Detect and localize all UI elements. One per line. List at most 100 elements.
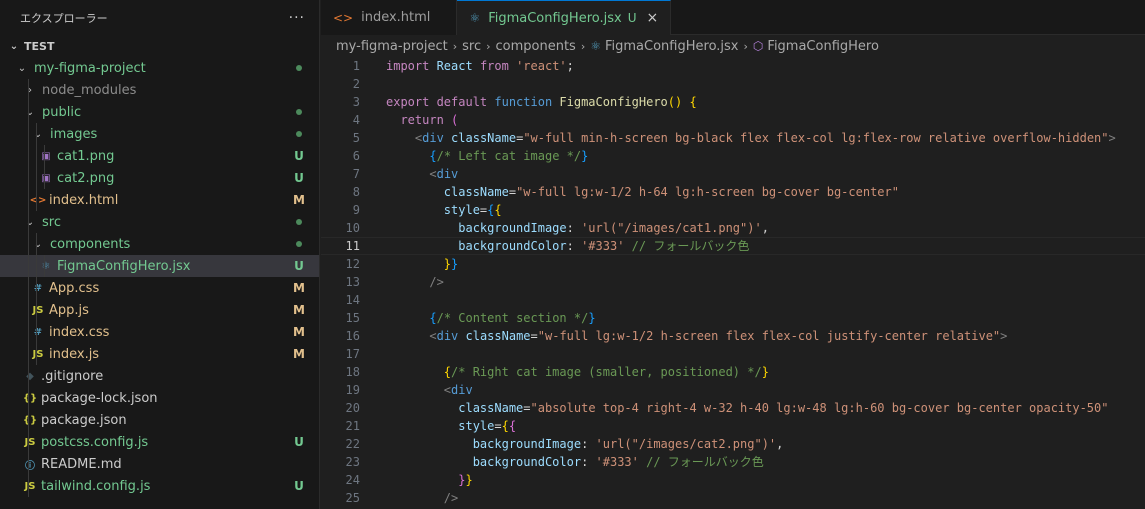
close-icon[interactable]: × bbox=[647, 10, 659, 26]
tab-figmaconfighero-jsx[interactable]: ⚛ FigmaConfigHero.jsx U × bbox=[457, 0, 672, 35]
code-text: className="w-full lg:w-1/2 h-64 lg:h-scr… bbox=[386, 183, 899, 201]
tree-item[interactable]: # index.css M bbox=[0, 321, 319, 343]
tree-item[interactable]: {} package-lock.json bbox=[0, 387, 319, 409]
indent-guide bbox=[36, 145, 37, 167]
code-text: }} bbox=[386, 255, 458, 273]
code-line: 7 <div bbox=[321, 165, 1145, 183]
code-line: 14 bbox=[321, 291, 1145, 309]
more-actions-icon[interactable]: ··· bbox=[289, 10, 305, 26]
tab-bar: <> index.html ⚛ FigmaConfigHero.jsx U × bbox=[321, 0, 1145, 35]
code-token: () bbox=[667, 95, 683, 109]
tree-item[interactable]: JS tailwind.config.js U bbox=[0, 475, 319, 497]
tree-item[interactable]: ⌄ my-figma-project bbox=[0, 57, 319, 79]
code-token: ( bbox=[451, 113, 459, 127]
tree-item[interactable]: ▣ cat1.png U bbox=[0, 145, 319, 167]
line-number: 17 bbox=[345, 347, 360, 361]
breadcrumb-item[interactable]: my-figma-project bbox=[336, 39, 448, 54]
git-status-badge: M bbox=[293, 303, 305, 317]
code-token: style bbox=[458, 419, 495, 433]
indent-guide bbox=[28, 387, 29, 409]
tree-item-label: my-figma-project bbox=[34, 60, 146, 76]
code-token: { bbox=[494, 203, 502, 217]
code-line: 17 bbox=[321, 345, 1145, 363]
code-text: style={{ bbox=[386, 417, 516, 435]
chevron-down-icon: ⌄ bbox=[9, 40, 19, 52]
code-token: div bbox=[436, 329, 459, 343]
tree-item[interactable]: ⌄ images bbox=[0, 123, 319, 145]
code-token: /* Right cat image (smaller, positioned)… bbox=[451, 365, 762, 379]
code-token: , bbox=[776, 437, 784, 451]
tree-item[interactable]: › node_modules bbox=[0, 79, 319, 101]
image-file-icon: ▣ bbox=[41, 150, 51, 162]
code-token: 'url("/images/cat1.png")' bbox=[581, 221, 762, 235]
code-token: < bbox=[443, 383, 452, 397]
git-status-badge: M bbox=[293, 347, 305, 361]
tree-item[interactable]: ▣ cat2.png U bbox=[0, 167, 319, 189]
line-number: 25 bbox=[345, 491, 360, 505]
tree-item[interactable]: {} package.json bbox=[0, 409, 319, 431]
tree-item-label: public bbox=[42, 104, 82, 120]
indent-guide bbox=[28, 233, 29, 255]
code-line: 9 style={{ bbox=[321, 201, 1145, 219]
tree-item[interactable]: ⌄ components bbox=[0, 233, 319, 255]
indent-guide bbox=[36, 167, 37, 189]
code-text: {/* Right cat image (smaller, positioned… bbox=[386, 363, 769, 381]
code-token: = bbox=[530, 329, 538, 343]
code-token: // フォールバック色 bbox=[624, 239, 750, 253]
indent-guide bbox=[36, 255, 37, 277]
code-token: React bbox=[429, 59, 480, 73]
breadcrumb-item[interactable]: src bbox=[462, 39, 481, 54]
git-status-badge: M bbox=[293, 193, 305, 207]
code-line: 13 /> bbox=[321, 273, 1145, 291]
tree-item[interactable]: ⌄ public bbox=[0, 101, 319, 123]
indent-guide bbox=[28, 409, 29, 431]
tree-item[interactable]: # App.css M bbox=[0, 277, 319, 299]
code-text: /> bbox=[386, 489, 458, 507]
breadcrumb-item[interactable]: FigmaConfigHero bbox=[767, 39, 879, 54]
tree-item[interactable]: JS postcss.config.js U bbox=[0, 431, 319, 453]
react-file-icon: ⚛ bbox=[469, 11, 481, 25]
indent-guide bbox=[28, 431, 29, 453]
tree-item[interactable]: ⌄ src bbox=[0, 211, 319, 233]
tree-item[interactable]: ◆ .gitignore bbox=[0, 365, 319, 387]
code-token: "w-full lg:w-1/2 h-screen flex flex-col … bbox=[537, 329, 1001, 343]
line-number: 13 bbox=[345, 275, 360, 289]
code-token: backgroundColor bbox=[458, 239, 567, 253]
code-token: from bbox=[479, 59, 509, 73]
workspace-section-header[interactable]: ⌄ TEST bbox=[0, 35, 319, 57]
code-token: : bbox=[581, 455, 596, 469]
code-editor[interactable]: 1 import React from 'react'; 2 3 export defa… bbox=[321, 57, 1145, 509]
tree-item-label: index.css bbox=[49, 324, 110, 340]
tree-item[interactable]: JS index.js M bbox=[0, 343, 319, 365]
code-token: , bbox=[761, 221, 769, 235]
code-token: import bbox=[386, 59, 430, 73]
breadcrumb-item[interactable]: components bbox=[496, 39, 576, 54]
git-file-icon: ◆ bbox=[26, 370, 34, 382]
tree-item-label: package.json bbox=[41, 412, 127, 428]
tree-item[interactable]: JS App.js M bbox=[0, 299, 319, 321]
code-token: } bbox=[761, 365, 769, 379]
tree-item[interactable]: <> index.html M bbox=[0, 189, 319, 211]
code-token: = bbox=[494, 419, 502, 433]
code-line: 11 backgroundColor: '#333' // フォールバック色 bbox=[321, 237, 1145, 255]
code-token: } bbox=[465, 473, 473, 487]
tree-item[interactable]: ⚛ FigmaConfigHero.jsx U bbox=[0, 255, 319, 277]
breadcrumb-item[interactable]: FigmaConfigHero.jsx bbox=[605, 39, 739, 54]
tab-index-html[interactable]: <> index.html bbox=[321, 0, 458, 35]
code-text: import React from 'react'; bbox=[386, 57, 574, 75]
code-token: style bbox=[443, 203, 480, 217]
dot-mark bbox=[296, 219, 302, 225]
chevron-right-icon: › bbox=[580, 39, 586, 53]
code-token: div bbox=[422, 131, 444, 145]
workspace-name: TEST bbox=[24, 39, 55, 53]
line-number: 8 bbox=[352, 185, 360, 199]
git-status-dot bbox=[287, 131, 311, 137]
tree-item[interactable]: ⓘ README.md bbox=[0, 453, 319, 475]
indent-guide bbox=[28, 475, 29, 497]
